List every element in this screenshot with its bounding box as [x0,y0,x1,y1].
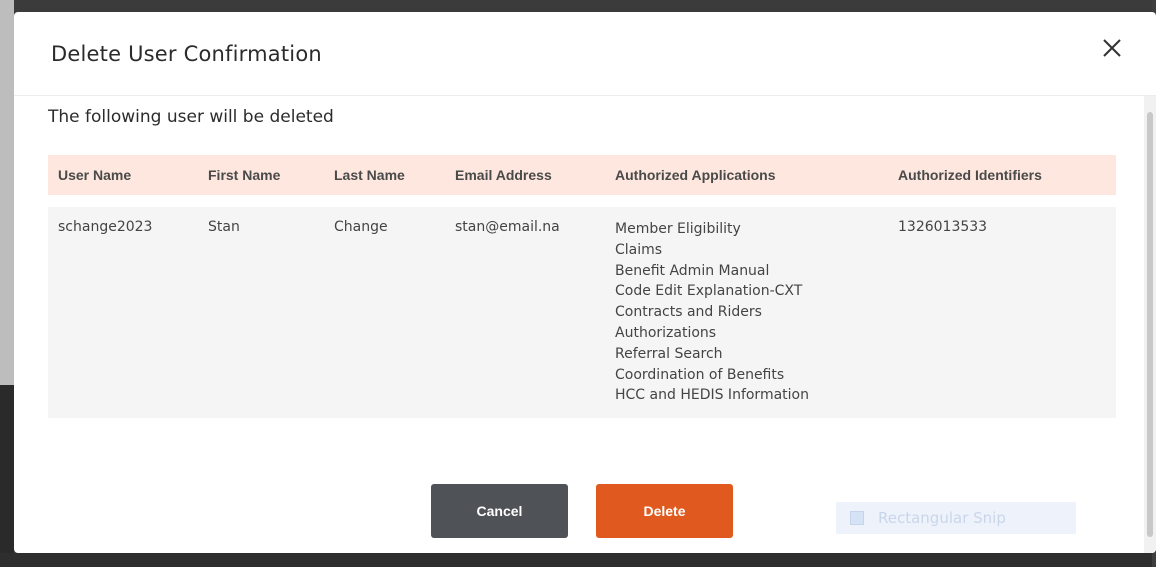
application-item: Contracts and Riders [615,304,762,321]
background-page-strip [0,0,14,385]
user-table: User Name First Name Last Name Email Add… [48,155,1116,419]
delete-button[interactable]: Delete [596,484,733,538]
dialog-title: Delete User Confirmation [51,42,322,66]
cell-first-name: Stan [208,219,240,235]
application-item: Claims [615,241,663,258]
close-icon[interactable] [1100,36,1124,60]
background-bottom-edge [0,553,1156,567]
rectangular-snip-overlay[interactable]: Rectangular Snip [836,502,1076,534]
column-header-email: Email Address [455,167,552,183]
cell-user-name: schange2023 [58,219,153,235]
application-list: Member Eligibility Claims Benefit Admin … [615,219,888,406]
delete-user-dialog: Delete User Confirmation The following u… [14,12,1156,553]
snip-icon [850,511,864,525]
application-item: Benefit Admin Manual [615,262,770,279]
cell-authorized-applications: Member Eligibility Claims Benefit Admin … [605,207,888,418]
table-row: schange2023 Stan Change stan@email.na Me… [48,207,1116,419]
cancel-button[interactable]: Cancel [431,484,568,538]
application-item: Authorizations [615,324,717,341]
cell-authorized-identifiers: 1326013533 [898,219,988,235]
column-header-authorized-identifiers: Authorized Identifiers [898,167,1042,183]
column-header-authorized-applications: Authorized Applications [615,167,776,183]
dialog-header: Delete User Confirmation [14,12,1156,96]
application-item: HCC and HEDIS Information [615,387,809,404]
column-header-user-name: User Name [58,167,132,183]
column-header-last-name: Last Name [334,167,405,183]
dialog-scrollbar-thumb[interactable] [1147,112,1153,537]
cell-email: stan@email.na [455,219,560,235]
cell-last-name: Change [334,219,388,235]
table-header-row: User Name First Name Last Name Email Add… [48,155,1116,195]
background-page-strip-dark [0,385,14,567]
close-button[interactable] [1100,36,1124,60]
application-item: Code Edit Explanation-CXT [615,283,803,300]
snip-label: Rectangular Snip [878,509,1006,527]
dialog-body: The following user will be deleted User … [48,107,1116,419]
application-item: Coordination of Benefits [615,366,785,383]
application-item: Member Eligibility [615,221,741,237]
column-header-first-name: First Name [208,167,281,183]
dialog-subtitle: The following user will be deleted [48,107,334,127]
table-spacer [48,195,1116,207]
application-item: Referral Search [615,345,723,362]
